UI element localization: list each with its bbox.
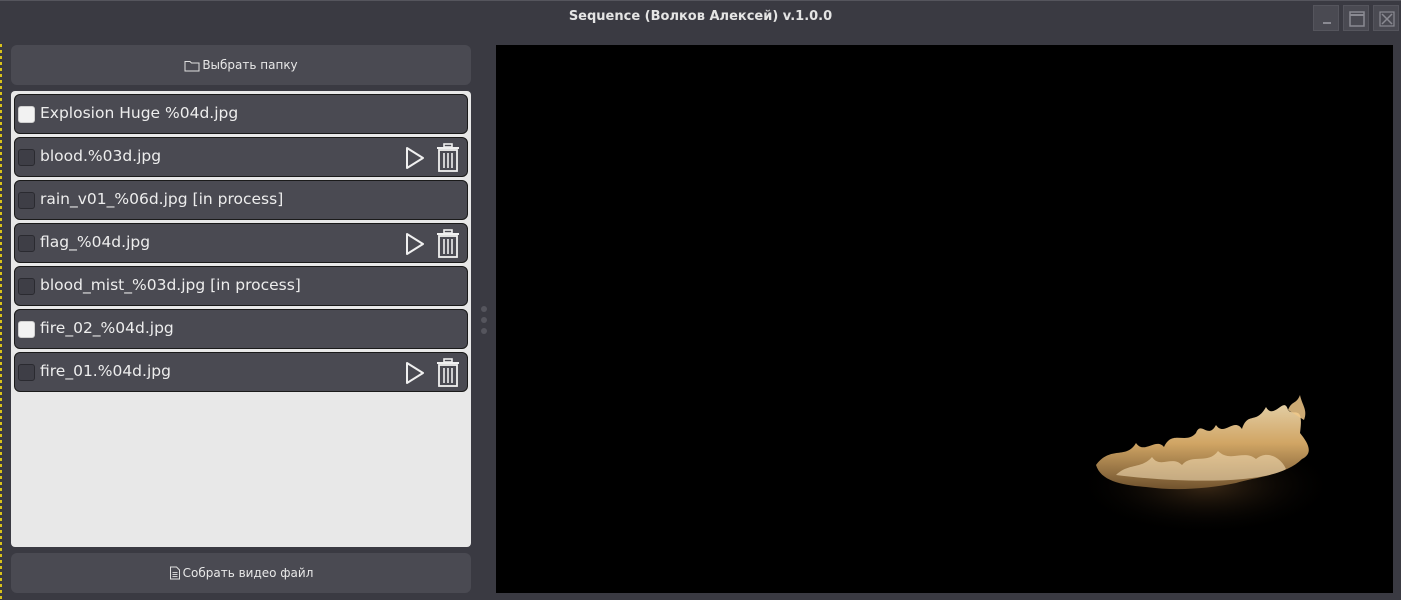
splitter-dot	[481, 317, 487, 323]
document-icon	[169, 566, 181, 580]
close-button[interactable]	[1373, 5, 1399, 31]
play-icon[interactable]	[404, 232, 426, 256]
choose-folder-button[interactable]: Выбрать папку	[11, 45, 471, 85]
fire-preview-image	[1076, 395, 1336, 535]
sequence-name: fire_02_%04d.jpg	[40, 319, 174, 337]
sequence-checkbox[interactable]	[18, 364, 35, 381]
trash-icon[interactable]	[436, 229, 460, 259]
sequence-checkbox[interactable]	[18, 235, 35, 252]
splitter-dot	[481, 328, 487, 334]
folder-icon	[184, 59, 200, 72]
play-icon[interactable]	[404, 146, 426, 170]
window-title: Sequence (Волков Алексей) v.1.0.0	[568, 9, 833, 24]
sequence-name: Explosion Huge %04d.jpg	[40, 104, 239, 122]
minimize-button[interactable]	[1313, 5, 1339, 31]
title-bar[interactable]: Sequence (Волков Алексей) v.1.0.0	[0, 0, 1401, 32]
choose-folder-label: Выбрать папку	[202, 58, 298, 72]
build-video-label: Собрать видео файл	[182, 566, 314, 580]
sequence-name: blood.%03d.jpg	[40, 147, 162, 165]
maximize-button[interactable]	[1343, 5, 1369, 31]
sequence-checkbox[interactable]	[18, 321, 35, 338]
list-item[interactable]: Explosion Huge %04d.jpg	[14, 94, 468, 134]
build-video-button[interactable]: Собрать видео файл	[11, 553, 471, 593]
sequence-checkbox[interactable]	[18, 106, 35, 123]
window-edge-marker	[0, 44, 2, 600]
video-preview[interactable]	[496, 45, 1393, 593]
sequence-checkbox[interactable]	[18, 278, 35, 295]
list-item[interactable]: fire_01.%04d.jpg	[14, 352, 468, 392]
list-item[interactable]: blood_mist_%03d.jpg [in process]	[14, 266, 468, 306]
list-item[interactable]: rain_v01_%06d.jpg [in process]	[14, 180, 468, 220]
trash-icon[interactable]	[436, 143, 460, 173]
trash-icon[interactable]	[436, 358, 460, 388]
panel-splitter-handle[interactable]	[480, 305, 488, 335]
sequence-name: rain_v01_%06d.jpg [in process]	[40, 190, 284, 208]
sequence-checkbox[interactable]	[18, 192, 35, 209]
splitter-dot	[481, 306, 487, 312]
sequence-name: fire_01.%04d.jpg	[40, 362, 171, 380]
minimize-icon	[1323, 22, 1331, 24]
sequence-checkbox[interactable]	[18, 149, 35, 166]
maximize-icon	[1349, 11, 1365, 27]
sequence-name: flag_%04d.jpg	[40, 233, 151, 251]
sequence-name: blood_mist_%03d.jpg [in process]	[40, 276, 301, 294]
list-item[interactable]: flag_%04d.jpg	[14, 223, 468, 263]
sequence-list[interactable]: Explosion Huge %04d.jpg blood.%03d.jpg r…	[11, 91, 471, 547]
list-item[interactable]: fire_02_%04d.jpg	[14, 309, 468, 349]
play-icon[interactable]	[404, 361, 426, 385]
list-item[interactable]: blood.%03d.jpg	[14, 137, 468, 177]
close-icon	[1379, 11, 1395, 27]
